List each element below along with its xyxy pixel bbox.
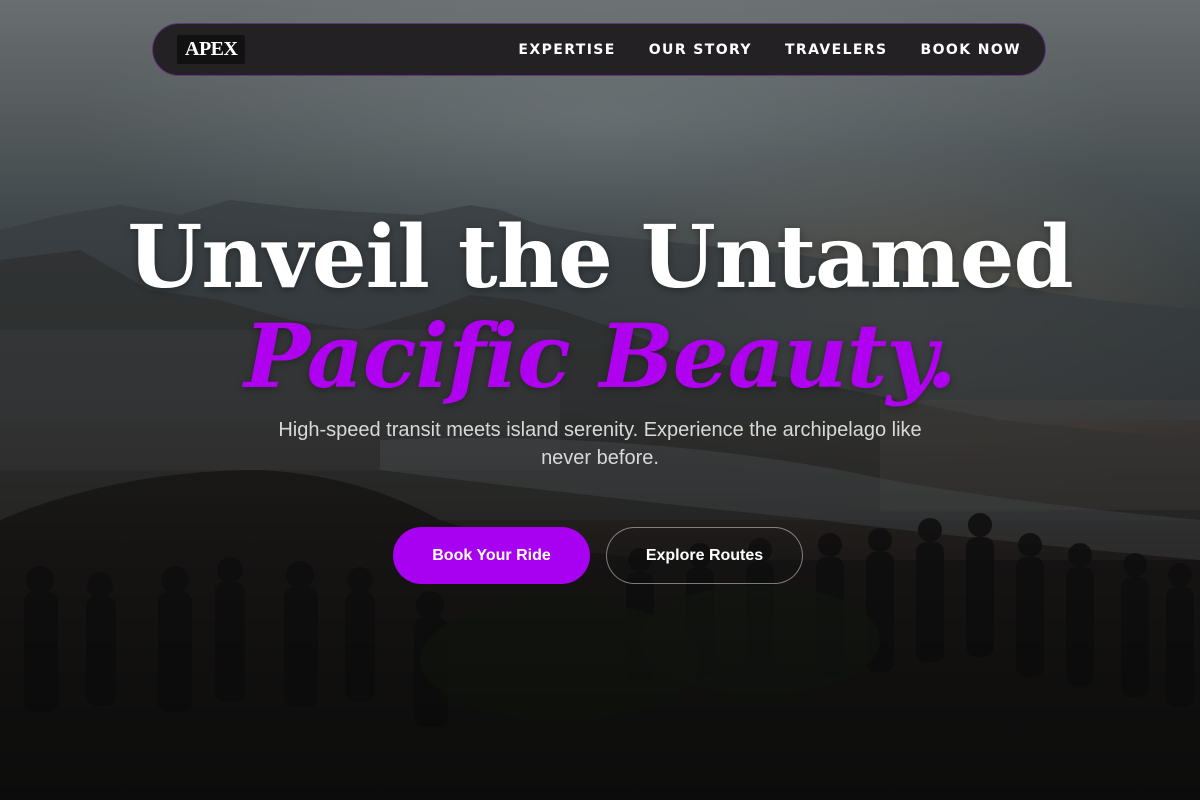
top-navbar: APEX EXPERTISE OUR STORY TRAVELERS BOOK … (152, 23, 1046, 76)
nav-link-expertise[interactable]: EXPERTISE (518, 42, 615, 58)
explore-routes-button[interactable]: Explore Routes (606, 527, 803, 584)
nav-link-travelers[interactable]: TRAVELERS (785, 42, 888, 58)
book-your-ride-button[interactable]: Book Your Ride (393, 527, 590, 584)
landing-page: APEX EXPERTISE OUR STORY TRAVELERS BOOK … (0, 0, 1200, 800)
hero-title-accent: Pacific Beauty. (243, 304, 957, 408)
hero-actions: Book Your Ride Explore Routes (0, 527, 1200, 584)
hero-subtitle: High-speed transit meets island serenity… (278, 419, 922, 469)
nav-links: EXPERTISE OUR STORY TRAVELERS BOOK NOW (518, 42, 1021, 58)
hero-section: Unveil the Untamed Pacific Beauty. High-… (0, 210, 1200, 472)
nav-link-book-now[interactable]: BOOK NOW (921, 42, 1021, 58)
hero-title: Unveil the Untamed (127, 207, 1073, 308)
brand-logo[interactable]: APEX (177, 35, 246, 64)
nav-link-our-story[interactable]: OUR STORY (649, 42, 752, 58)
